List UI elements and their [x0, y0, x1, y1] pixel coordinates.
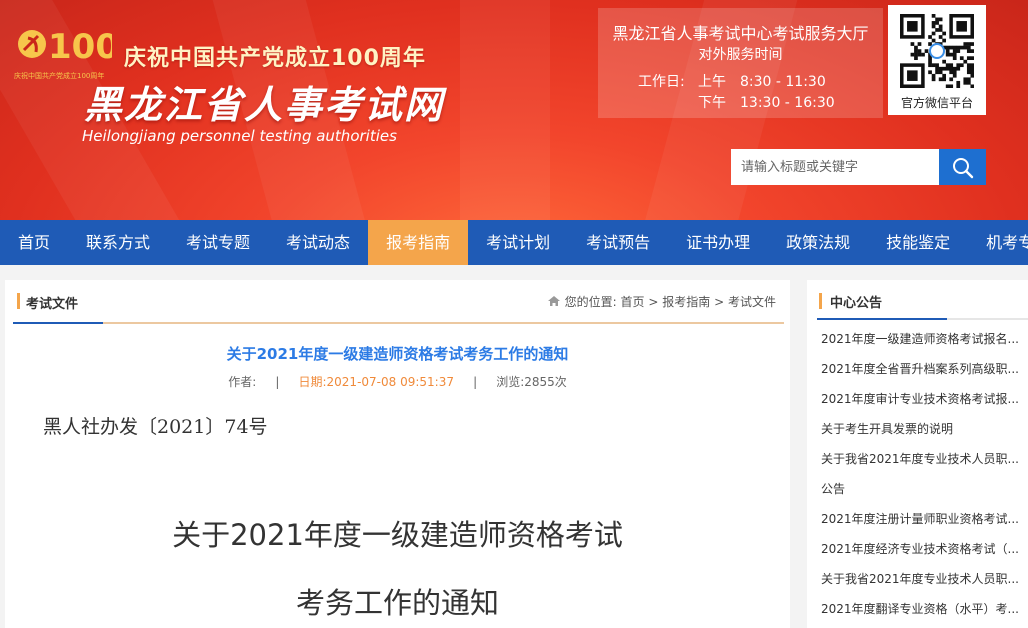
site-title[interactable]: 黑龙江省人事考试网 [84, 74, 444, 129]
breadcrumb-home[interactable]: 首页 [621, 295, 645, 309]
nav-item[interactable]: 技能鉴定 [868, 220, 968, 265]
announcement-item[interactable]: 2021年度审计专业技术资格考试报... [821, 384, 1026, 414]
announcement-item[interactable]: 2021年度一级建造师资格考试报名... [821, 324, 1026, 354]
nav-item[interactable]: 考试预告 [568, 220, 668, 265]
breadcrumb: 您的位置: 首页 > 报考指南 > 考试文件 [547, 293, 776, 310]
views-label: 浏览: [496, 375, 525, 389]
breadcrumb-separator: > [714, 295, 725, 309]
morning-hours: 上午 8:30 - 11:30 [698, 74, 826, 90]
article-title: 关于2021年度一级建造师资格考试考务工作的通知 [226, 345, 569, 363]
site-subtitle: Heilongjiang personnel testing authoriti… [82, 127, 397, 145]
sidebar-marker [819, 293, 822, 309]
document-heading-line1: 关于2021年度一级建造师资格考试 [172, 518, 623, 552]
qr-code-icon [900, 14, 974, 88]
announcement-item[interactable]: 关于考生开具发票的说明 [821, 414, 1026, 444]
search-box [731, 149, 986, 185]
home-icon [547, 296, 560, 306]
announcement-item[interactable]: 关于我省2021年度专业技术人员职... [821, 444, 1026, 474]
section-header: 考试文件 您的位置: 首页 > 报考指南 > 考试文件 [13, 290, 784, 324]
nav-item[interactable]: 考试计划 [468, 220, 568, 265]
celebrate-banner: 庆祝中国共产党成立100周年 [124, 46, 426, 71]
nav-item[interactable]: 报考指南 [368, 220, 469, 265]
breadcrumb-guide[interactable]: 报考指南 [662, 295, 710, 309]
announcement-item[interactable]: 2021年度全省晋升档案系列高级职... [821, 354, 1026, 384]
nav-item[interactable]: 联系方式 [68, 220, 168, 265]
announcement-item[interactable]: 2021年度翻译专业资格（水平）考... [821, 594, 1026, 624]
search-icon [953, 158, 974, 179]
nav-item[interactable]: 首页 [0, 220, 68, 265]
party-100-badge-icon: 100 庆祝中国共产党成立100周年 [14, 27, 112, 80]
sidebar-underline [817, 318, 947, 320]
service-hall-panel: 黑龙江省人事考试中心考试服务大厅 对外服务时间 工作日: 上午 8:30 - 1… [598, 8, 883, 118]
section-marker [17, 293, 20, 309]
service-hall-title: 黑龙江省人事考试中心考试服务大厅 [612, 24, 869, 43]
announcement-item[interactable]: 2021年度经济专业技术资格考试（... [821, 534, 1026, 564]
document-number: 黑人社办发〔2021〕74号 [43, 416, 268, 438]
announcement-sidebar: 中心公告 2021年度一级建造师资格考试报名... 2021年度全省晋升档案系列高… [807, 280, 1028, 628]
wechat-qr-panel: 官方微信平台 [888, 5, 986, 115]
service-hours-heading: 对外服务时间 [698, 47, 783, 63]
article-meta: 作者: | 日期:2021-07-08 09:51:37 | 浏览:2855次 [5, 373, 790, 390]
section-underline [13, 322, 103, 324]
announcement-item[interactable]: 公告 [821, 474, 1026, 504]
search-button[interactable] [939, 149, 986, 185]
breadcrumb-prefix: 您的位置: [564, 295, 617, 309]
date-label: 日期: [298, 375, 327, 389]
afternoon-hours: 下午 13:30 - 16:30 [698, 95, 835, 111]
nav-item[interactable]: 证书办理 [668, 220, 768, 265]
main-navigation: 首页 联系方式 考试专题 考试动态 报考指南 考试计划 考试预告 证书办理 政策法规 技能鉴定 机考… [0, 220, 1028, 265]
views-value: 2855次 [524, 375, 567, 389]
header-ray [460, 0, 550, 220]
breadcrumb-separator: > [648, 295, 659, 309]
qr-label: 官方微信平台 [900, 96, 973, 110]
nav-item[interactable]: 考试动态 [268, 220, 368, 265]
author-label: 作者: [228, 375, 257, 389]
nav-item[interactable]: 政策法规 [768, 220, 868, 265]
section-underline-accent [103, 322, 784, 324]
announcement-item[interactable]: 2021年度注册计量师职业资格考试... [821, 504, 1026, 534]
meta-separator: | [473, 375, 478, 389]
article-panel: 考试文件 您的位置: 首页 > 报考指南 > 考试文件 关于2021年度一级建造… [5, 280, 790, 628]
breadcrumb-current[interactable]: 考试文件 [728, 295, 776, 309]
document-heading-line2: 考务工作的通知 [295, 586, 499, 620]
search-input[interactable] [731, 149, 939, 185]
date-value: 2021-07-08 09:51:37 [326, 375, 454, 389]
meta-separator: | [275, 375, 280, 389]
section-title: 考试文件 [26, 297, 79, 312]
site-header: 100 庆祝中国共产党成立100周年 庆祝中国共产党成立100周年 黑龙江省人事… [0, 0, 1028, 220]
nav-item[interactable]: 考试专题 [168, 220, 268, 265]
badge-number: 100 [48, 27, 112, 67]
sidebar-header: 中心公告 [817, 290, 1028, 320]
nav-item[interactable]: 机考专区 [968, 220, 1028, 265]
announcement-list: 2021年度一级建造师资格考试报名... 2021年度全省晋升档案系列高级职...… [821, 324, 1026, 624]
workday-label: 工作日: [638, 74, 685, 90]
sidebar-title: 中心公告 [830, 296, 883, 311]
announcement-item[interactable]: 关于我省2021年度专业技术人员职... [821, 564, 1026, 594]
